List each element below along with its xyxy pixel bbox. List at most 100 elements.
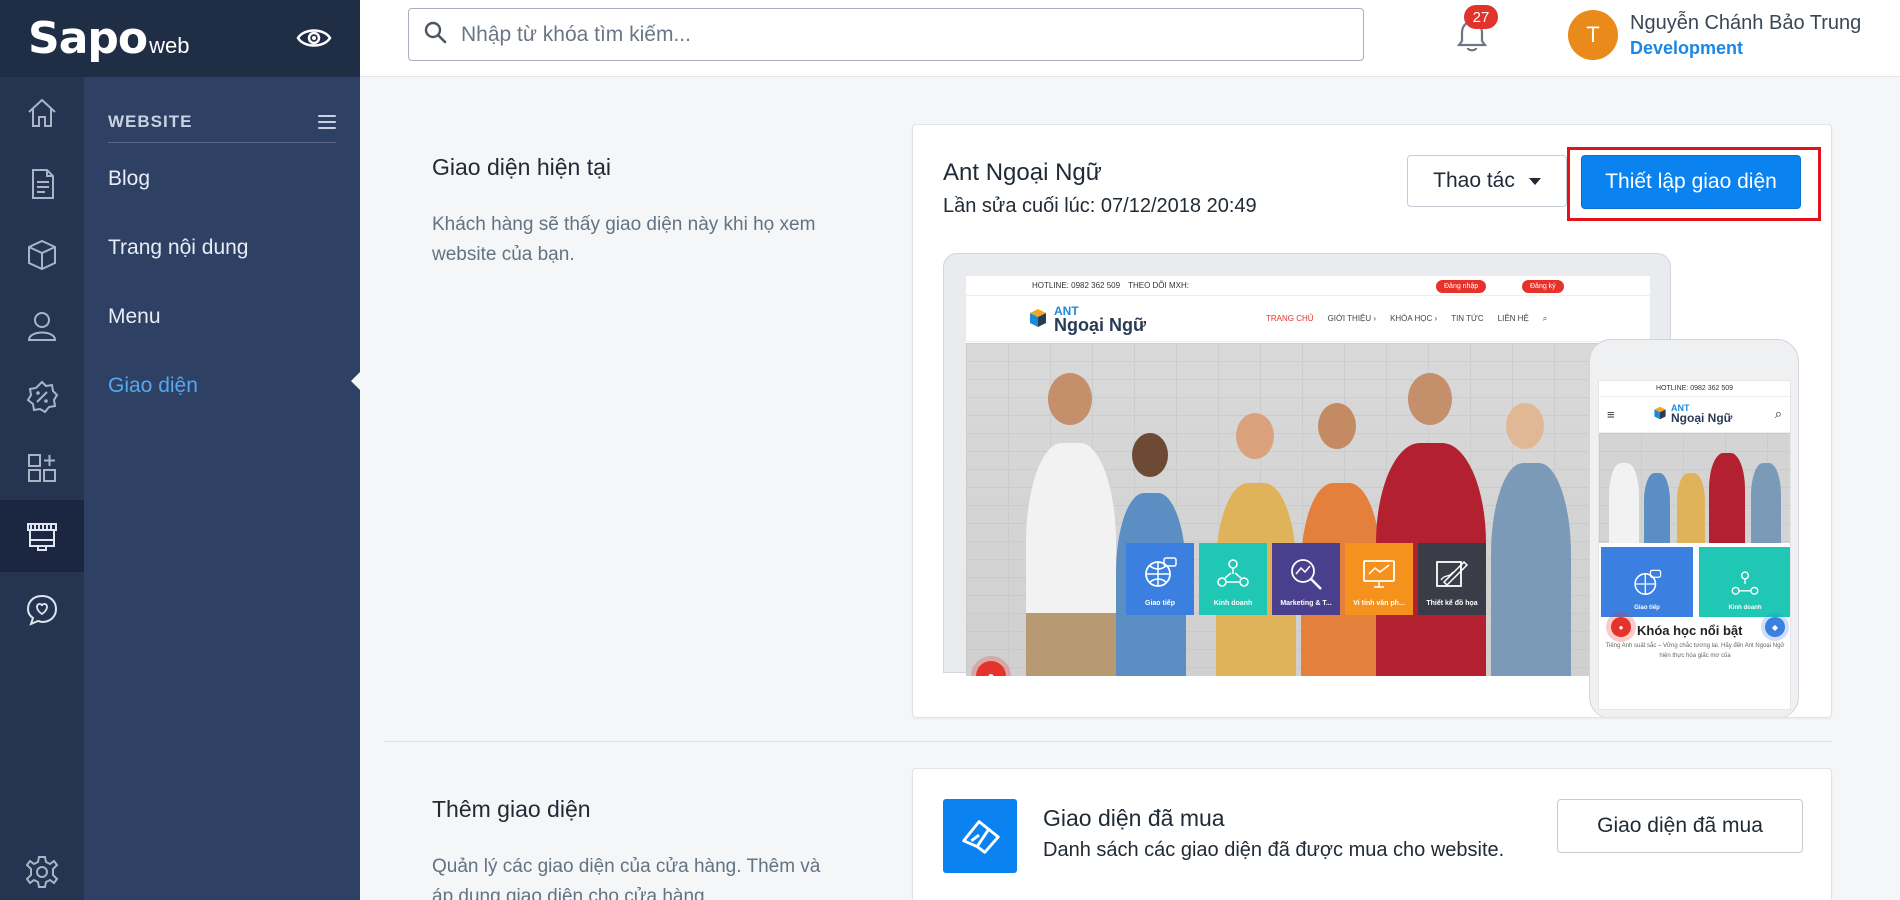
search-box[interactable]	[408, 8, 1364, 61]
preview-tile-label: Thiết kế đồ họa	[1426, 600, 1478, 607]
mobile-header: ≡ ANT Ngoại Ngữ ⌕	[1599, 397, 1790, 433]
customers-icon[interactable]	[0, 290, 84, 362]
subnav-item-themes[interactable]: Giao diện	[108, 374, 198, 398]
settings-icon[interactable]	[0, 836, 84, 900]
preview-tile-label: Marketing & T...	[1280, 600, 1332, 607]
apps-icon[interactable]	[0, 432, 84, 504]
mobile-logo-bottom: Ngoại Ngữ	[1671, 411, 1733, 425]
avatar[interactable]: T	[1568, 10, 1618, 60]
orders-icon[interactable]	[0, 148, 84, 220]
subnav-item-menu[interactable]: Menu	[108, 305, 161, 329]
business-network-icon	[1217, 559, 1249, 587]
preview-topbar: HOTLINE: 0982 362 509 THEO DÕI MXH: Đăng…	[966, 276, 1650, 296]
preview-logo-bottom: Ngoại Ngữ	[1054, 315, 1147, 335]
home-icon[interactable]	[0, 77, 84, 149]
cube-logo-icon	[1030, 309, 1046, 327]
current-theme-desc: Khách hàng sẽ thấy giao diện này khi họ …	[432, 214, 816, 265]
preview-follow: THEO DÕI MXH:	[1128, 281, 1189, 290]
mobile-featured-text: Tiếng Anh suất sắc – Vững chắc tương lai…	[1605, 643, 1785, 659]
mobile-globe-chat-icon	[1634, 569, 1662, 595]
mobile-preview-screen: HOTLINE: 0982 362 509 ≡ ANT Ngoại Ngữ ⌕	[1598, 380, 1791, 710]
store-icon[interactable]	[0, 500, 84, 572]
preview-tile: Giao tiếp	[1126, 543, 1194, 615]
user-role: Development	[1630, 38, 1744, 58]
caret-down-icon	[1528, 177, 1541, 185]
mobile-featured-title: Khóa học nổi bật	[1637, 623, 1743, 638]
mobile-cube-logo-icon	[1654, 406, 1666, 420]
theme-name: Ant Ngoại Ngữ	[943, 159, 1102, 186]
subnav-title: WEBSITE	[108, 111, 193, 131]
chat-heart-icon[interactable]	[0, 574, 84, 646]
current-theme-title: Giao diện hiện tại	[432, 154, 612, 180]
add-theme-title: Thêm giao diện	[432, 796, 591, 822]
bought-themes-card: Giao diện đã mua Danh sách các giao diện…	[912, 768, 1832, 900]
preview-menu-item: GIỚI THIỆU ›	[1327, 314, 1377, 323]
mobile-course-tiles: Giao tiếp Kinh doanh	[1601, 547, 1790, 617]
top-bar: 27 T Nguyễn Chánh Bảo Trung Development	[360, 0, 1900, 77]
view-website-eye-icon[interactable]	[296, 24, 332, 52]
preview-hero-image: Giao tiếp Kinh doanh Marketing & T... Vi…	[966, 343, 1650, 676]
desktop-preview-screen: HOTLINE: 0982 362 509 THEO DÕI MXH: Đăng…	[966, 276, 1650, 676]
bought-themes-title: Giao diện đã mua	[1043, 805, 1225, 831]
actions-label: Thao tác	[1433, 169, 1515, 192]
user-name[interactable]: Nguyễn Chánh Bảo Trung	[1630, 12, 1861, 35]
current-theme-card: Ant Ngoại Ngữ Lần sửa cuối lúc: 07/12/20…	[912, 124, 1832, 718]
preview-tile: Vi tính văn ph...	[1345, 543, 1413, 615]
preview-menu-item: TIN TỨC	[1451, 314, 1484, 323]
subnav-header: WEBSITE	[108, 101, 336, 143]
actions-dropdown-button[interactable]: Thao tác	[1407, 155, 1567, 207]
preview-login-button: Đăng nhập	[1436, 280, 1487, 293]
section-divider	[384, 741, 1832, 742]
preview-tile: Marketing & T...	[1272, 543, 1340, 615]
mobile-tile-label: Kinh doanh	[1728, 605, 1762, 611]
monitor-icon	[1363, 560, 1395, 588]
search-input[interactable]	[461, 22, 1341, 47]
menu-hamburger-icon[interactable]	[318, 114, 336, 129]
globe-chat-icon	[1145, 557, 1177, 587]
mobile-hotline: HOTLINE: 0982 362 509	[1599, 381, 1790, 397]
mobile-preview[interactable]: HOTLINE: 0982 362 509 ≡ ANT Ngoại Ngữ ⌕	[1589, 339, 1799, 717]
add-theme-desc: Quản lý các giao diện của cửa hàng. Thêm…	[432, 856, 821, 900]
search-icon	[423, 20, 447, 49]
mobile-menu-icon: ≡	[1607, 407, 1615, 422]
preview-hotline: HOTLINE: 0982 362 509	[1032, 281, 1121, 290]
preview-tile-label: Vi tính văn ph...	[1353, 600, 1405, 607]
mobile-tile: Giao tiếp	[1601, 547, 1693, 617]
notification-count-badge: 27	[1464, 5, 1498, 29]
preview-menu-item: KHÓA HỌC ›	[1390, 314, 1438, 323]
preview-menu-item: LIÊN HỆ	[1497, 314, 1529, 323]
logo-main-text: Sapo	[28, 13, 148, 64]
subnav-item-pages[interactable]: Trang nội dung	[108, 236, 249, 260]
mobile-cart-icon: ◆	[1765, 617, 1785, 637]
sapo-logo[interactable]: Sapo web	[28, 13, 189, 64]
bought-themes-button[interactable]: Giao diện đã mua	[1557, 799, 1803, 853]
subnav-item-blog[interactable]: Blog	[108, 167, 150, 191]
desktop-preview[interactable]: HOTLINE: 0982 362 509 THEO DÕI MXH: Đăng…	[943, 253, 1671, 676]
preview-tile: Thiết kế đồ họa	[1418, 543, 1486, 615]
website-subnav: WEBSITE Blog Trang nội dung Menu Giao di…	[84, 77, 361, 900]
active-indicator	[351, 371, 361, 391]
preview-tile-label: Kinh doanh	[1213, 600, 1253, 607]
preview-header: ANT Ngoại Ngữ TRANG CHỦ GIỚI THIỆU › KHÓ…	[966, 296, 1650, 342]
logo-sub-text: web	[149, 33, 190, 58]
mobile-business-network-icon	[1731, 571, 1759, 595]
last-edited: Lần sửa cuối lúc: 07/12/2018 20:49	[943, 195, 1257, 217]
mobile-search-icon: ⌕	[1774, 406, 1782, 421]
bought-themes-desc: Danh sách các giao diện đã được mua cho …	[1043, 839, 1505, 861]
preview-menu-item: TRANG CHỦ	[1266, 314, 1314, 323]
mobile-hero-image	[1599, 433, 1790, 543]
bought-themes-icon	[943, 799, 1017, 873]
preview-logo: ANT Ngoại Ngữ	[1028, 304, 1147, 335]
magnifier-chart-icon	[1291, 559, 1322, 590]
products-icon[interactable]	[0, 219, 84, 291]
preview-register-button: Đăng ký	[1522, 280, 1564, 293]
preview-course-tiles: Giao tiếp Kinh doanh Marketing & T... Vi…	[1126, 543, 1486, 615]
customize-theme-button[interactable]: Thiết lập giao diện	[1581, 155, 1801, 209]
preview-tile: Kinh doanh	[1199, 543, 1267, 615]
design-pen-icon	[1436, 560, 1469, 587]
mobile-logo: ANT Ngoại Ngữ	[1653, 403, 1733, 425]
preview-menu: TRANG CHỦ GIỚI THIỆU › KHÓA HỌC › TIN TỨ…	[1266, 314, 1547, 324]
preview-tile-label: Giao tiếp	[1145, 600, 1175, 607]
brand-header: Sapo web	[0, 0, 360, 77]
discount-icon[interactable]	[0, 361, 84, 433]
